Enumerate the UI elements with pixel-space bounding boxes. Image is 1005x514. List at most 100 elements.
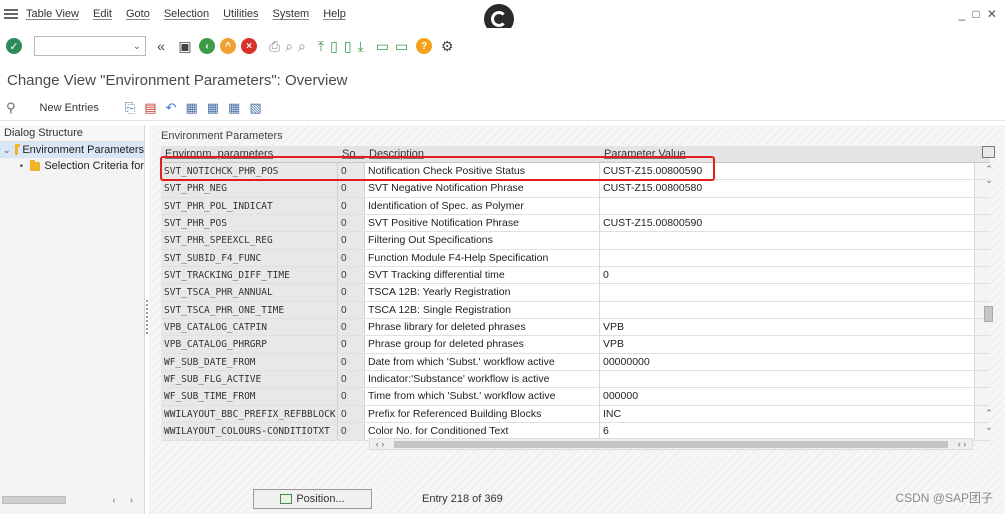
position-button[interactable]: Position... <box>253 489 372 509</box>
scroll-left-right-icon[interactable]: ‹ › <box>952 439 972 449</box>
cell-param: SVT_PHR_POL_INDICAT <box>161 197 338 215</box>
cell-seq: 0 <box>338 336 365 353</box>
deselect-all-icon[interactable]: ▦ <box>228 100 240 116</box>
back-icon[interactable]: « <box>152 38 170 54</box>
cell-parameter-value[interactable]: CUST-Z15.00800580 <box>600 180 975 197</box>
table-row[interactable]: SVT_TSCA_PHR_ONE_TIME 0 TSCA 12B: Single R… <box>161 301 990 320</box>
cell-parameter-value[interactable]: VPB <box>600 336 975 353</box>
tree-item-environment-parameters[interactable]: ⌄ Environment Parameters <box>0 142 144 158</box>
cancel-icon[interactable]: × <box>241 38 257 54</box>
table-row[interactable]: VPB_CATALOG_CATPIN 0 Phrase library for de… <box>161 319 990 337</box>
find-next-icon[interactable]: ⌕ <box>298 38 306 55</box>
menu-table-view[interactable]: Table View <box>26 8 79 20</box>
hamburger-menu-icon[interactable] <box>4 9 18 19</box>
tree-item-selection-criteria[interactable]: • Selection Criteria for <box>0 158 144 174</box>
create-session-icon[interactable]: ▭ <box>376 38 389 55</box>
menu-utilities[interactable]: Utilities <box>223 8 258 20</box>
cell-parameter-value[interactable]: 0 <box>600 267 975 284</box>
cell-seq: 0 <box>338 405 365 423</box>
cell-parameter-value[interactable]: INC <box>600 405 975 423</box>
save-icon[interactable]: ▣ <box>176 38 194 55</box>
panel-splitter[interactable] <box>146 300 148 334</box>
position-icon <box>280 494 293 504</box>
table-row[interactable]: WF_SUB_FLG_ACTIVE 0 Indicator:'Substance' … <box>161 371 990 389</box>
cell-parameter-value[interactable]: VPB <box>600 319 975 336</box>
scroll-down-icon[interactable]: ⌄ <box>982 422 996 433</box>
table-row[interactable]: WF_SUB_TIME_FROM 0 Time from which 'Subst.… <box>161 388 990 406</box>
chevron-down-icon[interactable]: ⌄ <box>3 145 11 156</box>
table-row[interactable]: SVT_PHR_POL_INDICAT 0 Identification of Sp… <box>161 197 990 216</box>
cell-parameter-value[interactable]: 00000000 <box>600 353 975 371</box>
select-block-icon[interactable]: ▦ <box>207 100 219 116</box>
table-horizontal-scrollbar[interactable]: ‹ › ‹ › <box>369 438 973 450</box>
cell-parameter-value[interactable] <box>600 284 975 301</box>
menu-help[interactable]: Help <box>323 8 346 20</box>
scroll-left-right-icon[interactable]: ‹ › <box>370 439 390 449</box>
table-row[interactable]: SVT_NOTICHCK_PHR_POS 0 Notification Check … <box>161 163 990 181</box>
menu-selection[interactable]: Selection <box>164 8 209 20</box>
help-icon[interactable]: ? <box>416 38 433 54</box>
column-header-value[interactable]: Parameter Value <box>600 146 975 162</box>
scroll-up-icon[interactable]: ⌃ <box>982 408 996 419</box>
scroll-arrows-icon[interactable]: ‹ › <box>113 495 140 505</box>
delete-icon[interactable]: ▤ <box>144 100 156 116</box>
find-icon[interactable]: ⌕ <box>285 38 293 55</box>
shortcut-icon[interactable]: ▭ <box>395 38 408 55</box>
column-header-description[interactable]: Description <box>365 146 600 162</box>
bullet-icon: • <box>19 160 24 172</box>
column-header-seq[interactable]: So... <box>338 146 365 162</box>
table-row[interactable]: SVT_PHR_SPEEXCL_REG 0 Filtering Out Specif… <box>161 232 990 250</box>
table-header: Environm. parameters So... Description P… <box>161 146 990 163</box>
cell-parameter-value[interactable] <box>600 197 975 215</box>
cell-description: Phrase group for deleted phrases <box>365 336 600 353</box>
print-icon[interactable]: ⎙ <box>269 38 280 55</box>
column-header-param[interactable]: Environm. parameters <box>161 146 338 162</box>
select-all-icon[interactable]: ▦ <box>185 100 197 116</box>
cell-parameter-value[interactable] <box>600 301 975 319</box>
scroll-thumb[interactable] <box>394 440 948 448</box>
cell-parameter-value[interactable]: CUST-Z15.00800590 <box>600 215 975 232</box>
exit-icon[interactable]: ^ <box>220 38 236 54</box>
enter-check-icon[interactable]: ✓ <box>6 38 22 54</box>
prev-page-icon[interactable]: ▯ <box>330 38 338 55</box>
menu-edit[interactable]: Edit <box>93 8 112 20</box>
cell-seq: 0 <box>338 388 365 405</box>
table-row[interactable]: WF_SUB_DATE_FROM 0 Date from which 'Subst.… <box>161 353 990 372</box>
display-change-icon[interactable]: ⚲ <box>6 100 16 116</box>
last-page-icon[interactable]: ⤓ <box>358 38 364 55</box>
menu-goto[interactable]: Goto <box>126 8 150 20</box>
standard-toolbar: ✓ ⌄ « ▣ ‹ ^ × ⎙ ⌕ ⌕ ⤒ ▯ ▯ ⤓ ▭ ▭ ? ⚙ <box>0 28 1005 64</box>
table-row[interactable]: SVT_SUBID_F4_FUNC 0 Function Module F4-Hel… <box>161 249 990 268</box>
next-page-icon[interactable]: ▯ <box>344 38 352 55</box>
details-icon[interactable]: ▧ <box>249 100 261 116</box>
command-field[interactable]: ⌄ <box>34 36 146 56</box>
cell-seq: 0 <box>338 301 365 319</box>
table-row[interactable]: SVT_TSCA_PHR_ANNUAL 0 TSCA 12B: Yearly Reg… <box>161 284 990 302</box>
cell-parameter-value[interactable] <box>600 249 975 267</box>
menu-system[interactable]: System <box>273 8 310 20</box>
cell-parameter-value[interactable] <box>600 371 975 388</box>
window-controls[interactable]: _ □ ✕ <box>958 7 999 21</box>
cell-parameter-value[interactable]: 000000 <box>600 388 975 405</box>
scroll-down-icon[interactable]: ⌄ <box>982 175 996 186</box>
cell-parameter-value[interactable]: CUST-Z15.00800590 <box>600 163 975 180</box>
new-entries-button[interactable]: New Entries <box>40 102 99 114</box>
table-row[interactable]: SVT_TRACKING_DIFF_TIME 0 SVT Tracking diff… <box>161 267 990 285</box>
cell-parameter-value[interactable] <box>600 232 975 249</box>
table-row[interactable]: WWILAYOUT_BBC_PREFIX_REFBBLOCK 0 Prefix fo… <box>161 405 990 424</box>
application-toolbar: ⚲ New Entries ⎘ ▤ ↶ ▦ ▦ ▦ ▧ <box>0 95 1005 121</box>
left-horizontal-scrollbar[interactable]: ‹ › <box>0 494 145 506</box>
scroll-thumb[interactable] <box>2 496 66 504</box>
chevron-down-icon[interactable]: ⌄ <box>133 41 141 52</box>
copy-as-icon[interactable]: ⎘ <box>125 100 135 116</box>
scroll-up-icon[interactable]: ⌃ <box>982 164 996 175</box>
scroll-thumb[interactable] <box>984 306 993 322</box>
undo-icon[interactable]: ↶ <box>166 100 177 116</box>
table-row[interactable]: SVT_PHR_POS 0 SVT Positive Notification Ph… <box>161 215 990 233</box>
table-row[interactable]: SVT_PHR_NEG 0 SVT Negative Notification Ph… <box>161 180 990 198</box>
table-row[interactable]: VPB_CATALOG_PHRGRP 0 Phrase group for dele… <box>161 336 990 354</box>
table-vertical-scrollbar[interactable]: ⌃ ⌄ ⌃ ⌄ <box>982 146 996 444</box>
back-green-icon[interactable]: ‹ <box>199 38 215 54</box>
settings-icon[interactable]: ⚙ <box>438 38 456 55</box>
first-page-icon[interactable]: ⤒ <box>318 38 324 55</box>
